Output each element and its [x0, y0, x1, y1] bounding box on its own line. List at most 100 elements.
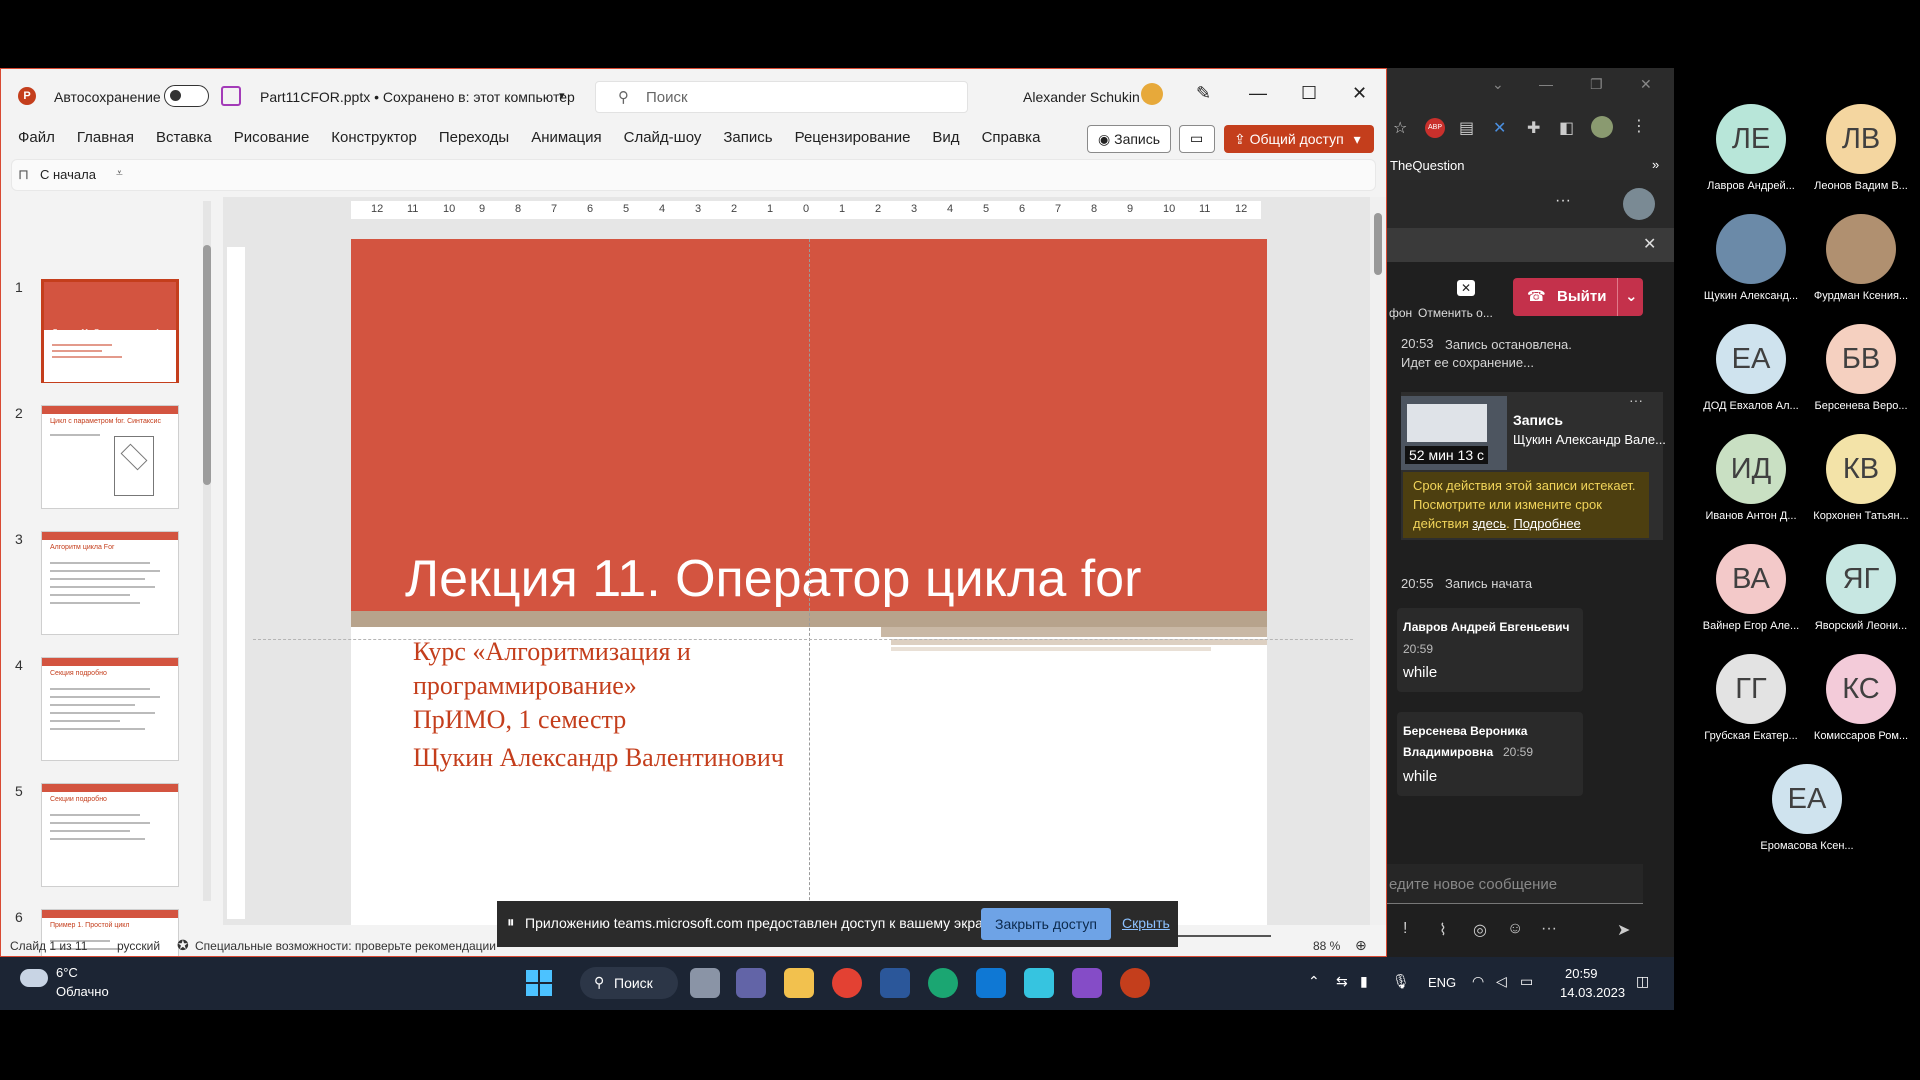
cancel-label[interactable]: Отменить о...: [1418, 306, 1493, 320]
language-status[interactable]: русский: [117, 939, 160, 953]
file-title[interactable]: Part11CFOR.pptx • Сохранено в: этот комп…: [260, 89, 575, 105]
restore-button[interactable]: ❐: [1590, 76, 1603, 93]
pen-icon[interactable]: ✎: [1196, 83, 1211, 104]
more-icon[interactable]: ···: [1541, 920, 1557, 938]
tab-home[interactable]: Главная: [77, 129, 134, 153]
tab-animations[interactable]: Анимация: [531, 129, 601, 153]
autosave-toggle[interactable]: [164, 85, 209, 107]
loop-icon[interactable]: ◎: [1473, 920, 1487, 940]
comments-button[interactable]: ▭: [1179, 125, 1215, 153]
participant-avatar[interactable]: [1716, 214, 1786, 284]
sidebar-icon[interactable]: ◧: [1559, 118, 1574, 138]
network-icon[interactable]: ⇆: [1336, 973, 1348, 990]
tray-chevron-icon[interactable]: ⌃: [1308, 973, 1320, 990]
from-start-button[interactable]: С начала: [40, 167, 96, 182]
participant-avatar[interactable]: ЛЕ: [1716, 104, 1786, 174]
chevron-down-icon[interactable]: ⌄: [1492, 76, 1504, 93]
battery-icon[interactable]: ▭: [1520, 973, 1533, 990]
participant-avatar[interactable]: ГГ: [1716, 654, 1786, 724]
hide-banner-link[interactable]: Скрыть: [1122, 915, 1170, 931]
tab-draw[interactable]: Рисование: [234, 129, 310, 153]
fit-icon[interactable]: ⊕: [1355, 937, 1367, 954]
user-name[interactable]: Alexander Schukin: [1023, 89, 1140, 105]
word-icon[interactable]: [880, 968, 910, 998]
bookmark-item[interactable]: TheQuestion: [1390, 158, 1464, 173]
notification-icon[interactable]: ◫: [1636, 973, 1649, 990]
maximize-button[interactable]: ☐: [1301, 83, 1317, 104]
signal-icon[interactable]: ▮: [1360, 973, 1368, 990]
file-explorer-icon[interactable]: [784, 968, 814, 998]
more-icon[interactable]: ⋮: [1631, 116, 1647, 136]
search-box[interactable]: ⚲ Поиск: [595, 81, 968, 113]
zoom-level[interactable]: 88 %: [1313, 939, 1340, 953]
share-button[interactable]: ⇪ Общий доступ ▾: [1224, 125, 1374, 153]
participant-avatar[interactable]: [1826, 214, 1896, 284]
star-icon[interactable]: ☆: [1393, 118, 1407, 138]
pause-icon[interactable]: ⏸: [507, 914, 515, 931]
leave-button[interactable]: ☎ Выйти ⌄: [1513, 278, 1643, 316]
user-avatar[interactable]: [1141, 83, 1163, 105]
participant-avatar[interactable]: ИД: [1716, 434, 1786, 504]
tab-slideshow[interactable]: Слайд-шоу: [624, 129, 702, 153]
customize-icon[interactable]: ⩡: [116, 166, 123, 181]
tab-view[interactable]: Вид: [932, 129, 959, 153]
extension-icon[interactable]: ▤: [1459, 118, 1474, 138]
chevron-down-icon[interactable]: ⌄: [1625, 287, 1638, 305]
attach-icon[interactable]: ⌇: [1439, 920, 1447, 940]
taskbar-search[interactable]: ⚲ Поиск: [580, 967, 678, 999]
more-icon[interactable]: ···: [1629, 392, 1643, 408]
tab-review[interactable]: Рецензирование: [795, 129, 911, 153]
task-view-icon[interactable]: [690, 968, 720, 998]
participant-avatar[interactable]: ВА: [1716, 544, 1786, 614]
participant-avatar[interactable]: ЯГ: [1826, 544, 1896, 614]
participant-avatar[interactable]: КС: [1826, 654, 1896, 724]
thumbnail-slide-1[interactable]: Лекция 11. Оператор цикла for: [41, 279, 179, 383]
thumbnails-scrollbar[interactable]: [203, 201, 211, 901]
mail-icon[interactable]: [976, 968, 1006, 998]
profile-avatar[interactable]: [1591, 116, 1613, 138]
tab-design[interactable]: Конструктор: [331, 129, 417, 153]
emoji-icon[interactable]: ☺: [1507, 920, 1523, 938]
thumbnail-slide-3[interactable]: Алгоритм цикла For: [41, 531, 179, 635]
stop-sharing-button[interactable]: Закрыть доступ: [981, 908, 1111, 940]
save-icon[interactable]: [221, 86, 241, 106]
mic-icon[interactable]: !: [1403, 920, 1407, 938]
tab-record[interactable]: Запись: [723, 129, 772, 153]
chrome-icon[interactable]: [832, 968, 862, 998]
translate-icon[interactable]: ✕: [1493, 118, 1506, 138]
tab-insert[interactable]: Вставка: [156, 129, 212, 153]
language-indicator[interactable]: ENG: [1428, 975, 1456, 990]
slide-canvas[interactable]: Лекция 11. Оператор цикла for Курс «Алго…: [351, 239, 1267, 925]
learn-more-link[interactable]: Подробнее: [1513, 516, 1580, 531]
cancel-icon[interactable]: ✕: [1457, 280, 1475, 296]
chat-message[interactable]: Берсенева Вероника Владимировна 20:59 wh…: [1397, 712, 1583, 796]
clock-time[interactable]: 20:59: [1565, 966, 1598, 981]
wifi-icon[interactable]: ◠: [1472, 973, 1484, 990]
thumbnail-slide-2[interactable]: Цикл с параметром for. Синтаксис: [41, 405, 179, 509]
record-button[interactable]: ◉ Запись: [1087, 125, 1171, 153]
tab-help[interactable]: Справка: [982, 129, 1041, 153]
weather-desc[interactable]: Облачно: [56, 984, 109, 999]
thumbnail-slide-4[interactable]: Секция подробно: [41, 657, 179, 761]
clock-date[interactable]: 14.03.2023: [1560, 985, 1625, 1000]
participant-avatar[interactable]: ЕА: [1772, 764, 1842, 834]
send-icon[interactable]: ➤: [1617, 920, 1630, 940]
close-button[interactable]: ✕: [1352, 83, 1367, 104]
slide-title[interactable]: Лекция 11. Оператор цикла for: [405, 549, 1141, 609]
chat-message[interactable]: Лавров Андрей Евгеньевич 20:59 while: [1397, 608, 1583, 692]
accessibility-status[interactable]: Специальные возможности: проверьте реком…: [195, 939, 496, 953]
user-avatar[interactable]: [1623, 188, 1655, 220]
tab-transitions[interactable]: Переходы: [439, 129, 509, 153]
participant-avatar[interactable]: БВ: [1826, 324, 1896, 394]
adblock-icon[interactable]: ABP: [1425, 118, 1445, 138]
weather-temp[interactable]: 6°C: [56, 965, 78, 980]
microphone-icon[interactable]: 🎙: [1392, 973, 1410, 990]
compose-box[interactable]: едите новое сообщение: [1387, 864, 1643, 904]
chevron-right-icon[interactable]: »: [1652, 157, 1659, 172]
teams-chat-icon[interactable]: [736, 968, 766, 998]
visual-studio-icon[interactable]: [1072, 968, 1102, 998]
windows-start-icon[interactable]: [526, 970, 552, 996]
tab-file[interactable]: Файл: [18, 129, 55, 153]
thumbnail-slide-5[interactable]: Секции подробно: [41, 783, 179, 887]
participant-avatar[interactable]: ЛВ: [1826, 104, 1896, 174]
